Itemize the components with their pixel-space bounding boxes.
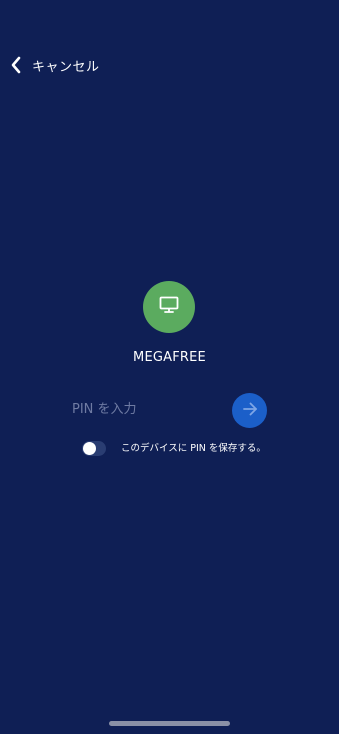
cancel-button[interactable]: キャンセル xyxy=(8,52,100,78)
cancel-label: キャンセル xyxy=(32,59,100,75)
toggle-knob xyxy=(83,442,96,455)
device-avatar xyxy=(143,281,195,333)
save-pin-toggle[interactable] xyxy=(82,441,106,456)
monitor-icon xyxy=(159,296,179,318)
submit-pin-button[interactable] xyxy=(232,393,267,428)
arrow-right-icon xyxy=(242,401,258,420)
chevron-left-icon xyxy=(8,54,24,76)
save-pin-label: このデバイスに PIN を保存する。 xyxy=(121,443,266,454)
home-indicator[interactable] xyxy=(109,721,230,726)
pin-input[interactable] xyxy=(70,396,224,422)
device-name: MEGAFREE xyxy=(133,350,206,365)
